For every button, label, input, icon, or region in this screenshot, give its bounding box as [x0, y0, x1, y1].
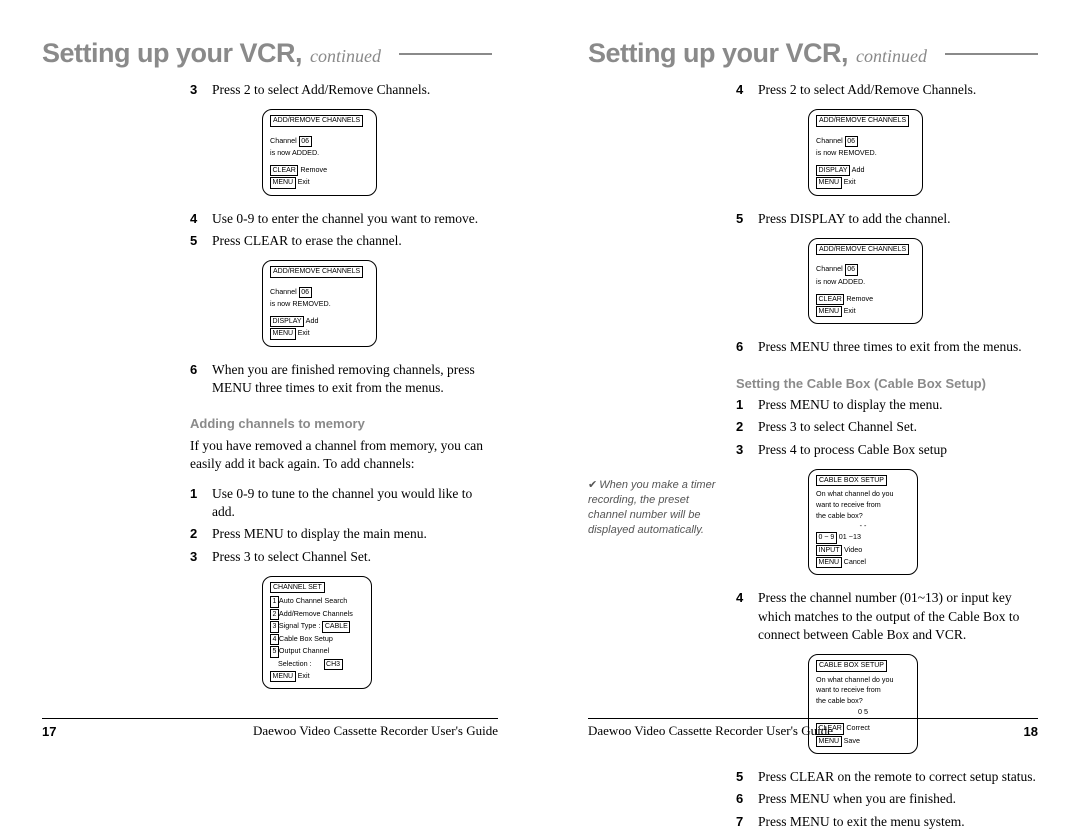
step: 5 Press DISPLAY to add the channel.	[736, 210, 1038, 228]
footer-title: Daewoo Video Cassette Recorder User's Gu…	[588, 723, 1024, 739]
osd-screen: CABLE BOX SETUP On what channel do you w…	[808, 469, 918, 576]
page-header: Setting up your VCR, continued	[588, 38, 1038, 69]
step: 5 Press CLEAR on the remote to correct s…	[736, 768, 1038, 786]
step: 4 Press the channel number (01~13) or in…	[736, 589, 1038, 644]
check-icon: ✔	[588, 479, 597, 491]
header-rule	[399, 53, 492, 55]
step: 3 Press 4 to process Cable Box setup	[736, 441, 1038, 459]
left-content: 3 Press 2 to select Add/Remove Channels.…	[190, 81, 492, 689]
step-number: 3	[190, 81, 212, 99]
subheading: Setting the Cable Box (Cable Box Setup)	[736, 375, 1038, 393]
footer-rule	[42, 718, 498, 719]
osd-screen: ADD/REMOVE CHANNELS Channel 06 is now RE…	[808, 109, 923, 195]
step: 5 Press CLEAR to erase the channel.	[190, 232, 492, 250]
sidenote: ✔When you make a timer recording, the pr…	[588, 478, 728, 537]
page-header: Setting up your VCR, continued	[42, 38, 492, 69]
step: 4 Use 0-9 to enter the channel you want …	[190, 210, 492, 228]
header-rule	[945, 53, 1038, 55]
page-number: 17	[42, 724, 56, 739]
osd-screen: ADD/REMOVE CHANNELS Channel 06 is now AD…	[262, 109, 377, 195]
footer-rule	[588, 718, 1038, 719]
osd-screen: ADD/REMOVE CHANNELS Channel 06 is now AD…	[808, 238, 923, 324]
footer: Daewoo Video Cassette Recorder User's Gu…	[588, 723, 1038, 739]
page-18: Setting up your VCR, continued ✔When you…	[540, 0, 1080, 763]
step: 6 Press MENU when you are finished.	[736, 790, 1038, 808]
step: 1 Press MENU to display the menu.	[736, 396, 1038, 414]
step: 7 Press MENU to exit the menu system.	[736, 813, 1038, 831]
step: 6 When you are finished removing channel…	[190, 361, 492, 397]
page-number: 18	[1024, 724, 1038, 739]
step: 3 Press 3 to select Channel Set.	[190, 548, 492, 566]
footer: 17 Daewoo Video Cassette Recorder User's…	[42, 723, 498, 739]
step: 3 Press 2 to select Add/Remove Channels.	[190, 81, 492, 99]
header-continued: continued	[856, 46, 927, 67]
header-title: Setting up your VCR,	[588, 38, 848, 69]
step-text: Press 2 to select Add/Remove Channels.	[212, 81, 492, 99]
step: 2 Press 3 to select Channel Set.	[736, 418, 1038, 436]
footer-title: Daewoo Video Cassette Recorder User's Gu…	[56, 723, 498, 739]
osd-screen: CHANNEL SET 1Auto Channel Search 2Add/Re…	[262, 576, 372, 690]
osd-title: ADD/REMOVE CHANNELS	[270, 115, 363, 126]
header-continued: continued	[310, 46, 381, 67]
osd-screen: CABLE BOX SETUP On what channel do you w…	[808, 654, 918, 754]
osd-screen: ADD/REMOVE CHANNELS Channel 06 is now RE…	[262, 260, 377, 346]
step: 4 Press 2 to select Add/Remove Channels.	[736, 81, 1038, 99]
page-17: Setting up your VCR, continued 3 Press 2…	[0, 0, 540, 763]
subheading: Adding channels to memory	[190, 415, 492, 433]
header-title: Setting up your VCR,	[42, 38, 302, 69]
step: 2 Press MENU to display the main menu.	[190, 525, 492, 543]
step: 6 Press MENU three times to exit from th…	[736, 338, 1038, 356]
paragraph: If you have removed a channel from memor…	[190, 437, 492, 473]
step: 1 Use 0-9 to tune to the channel you wou…	[190, 485, 492, 521]
